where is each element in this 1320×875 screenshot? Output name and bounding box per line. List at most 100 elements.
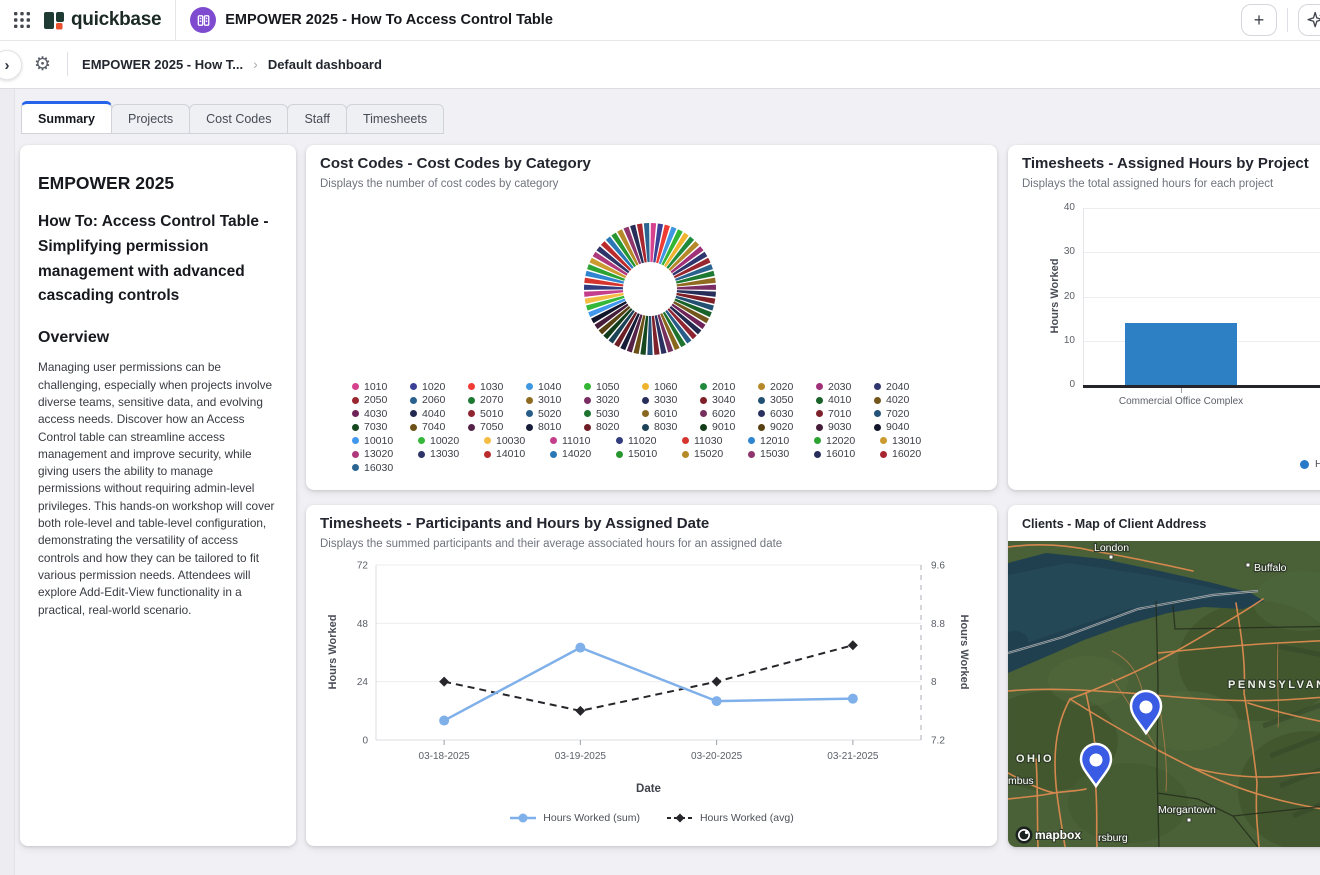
legend-item-14020[interactable]: 14020 [550,448,616,462]
legend-item-1020[interactable]: 1020 [410,380,468,394]
new-item-button[interactable]: + [1241,4,1277,36]
sidebar-collapse-button[interactable]: › [0,50,22,80]
legend-item-13030[interactable]: 13030 [418,448,484,462]
legend-item-3040[interactable]: 3040 [700,394,758,408]
legend-item-2020[interactable]: 2020 [758,380,816,394]
legend-item-11030[interactable]: 11030 [682,434,748,448]
quickbase-wordmark: quickbase [71,9,161,31]
legend-label: 7010 [828,408,851,420]
tab-timesheets[interactable]: Timesheets [346,104,444,134]
legend-item-3020[interactable]: 3020 [584,394,642,408]
avg-data-point[interactable] [848,640,858,650]
tab-staff[interactable]: Staff [287,104,346,134]
bar-commercial-office-complex[interactable] [1125,323,1237,385]
legend-item-2060[interactable]: 2060 [410,394,468,408]
legend-item-2040[interactable]: 2040 [874,380,932,394]
legend-item-12010[interactable]: 12010 [748,434,814,448]
sum-data-point[interactable] [712,696,722,706]
legend-item-7020[interactable]: 7020 [874,407,932,421]
legend-item-14010[interactable]: 14010 [484,448,550,462]
sum-data-point[interactable] [848,694,858,704]
legend-item-7050[interactable]: 7050 [468,421,526,435]
legend-swatch [526,397,533,404]
legend-item-2010[interactable]: 2010 [700,380,758,394]
legend-item-9020[interactable]: 9020 [758,421,816,435]
settings-gear-icon[interactable]: ⚙ [34,55,51,74]
legend-item-3050[interactable]: 3050 [758,394,816,408]
legend-item-8020[interactable]: 8020 [584,421,642,435]
line-legend-item-avg[interactable]: Hours Worked (avg) [666,812,794,824]
legend-item-2030[interactable]: 2030 [816,380,874,394]
legend-item-10030[interactable]: 10030 [484,434,550,448]
donut-slice-7020[interactable] [647,316,652,355]
map-city-dot [1246,563,1250,567]
legend-swatch [816,424,823,431]
app-switcher-grid-icon[interactable] [14,12,30,28]
legend-item-5010[interactable]: 5010 [468,407,526,421]
bar-chart-legend[interactable]: Hours Worked (sum) [1300,458,1320,470]
tab-summary[interactable]: Summary [21,101,112,134]
legend-item-16010[interactable]: 16010 [814,448,880,462]
legend-item-1040[interactable]: 1040 [526,380,584,394]
legend-item-12020[interactable]: 12020 [814,434,880,448]
legend-swatch [880,451,887,458]
legend-item-6010[interactable]: 6010 [642,407,700,421]
legend-item-7010[interactable]: 7010 [816,407,874,421]
client-map[interactable]: LondonBuffaloPENNSYLVANOHIOmbusMorgantow… [1008,541,1320,847]
app-chip[interactable]: EMPOWER 2025 - How To Access Control Tab… [190,7,553,33]
legend-item-4030[interactable]: 4030 [352,407,410,421]
legend-item-13020[interactable]: 13020 [352,448,418,462]
legend-item-8030[interactable]: 8030 [642,421,700,435]
avg-data-point[interactable] [575,706,585,716]
legend-item-8010[interactable]: 8010 [526,421,584,435]
rich-text-card: EMPOWER 2025 How To: Access Control Tabl… [20,145,296,846]
legend-item-11010[interactable]: 11010 [550,434,616,448]
legend-item-4040[interactable]: 4040 [410,407,468,421]
legend-item-6020[interactable]: 6020 [700,407,758,421]
legend-item-3030[interactable]: 3030 [642,394,700,408]
quickbase-logo[interactable]: quickbase [44,9,161,31]
legend-label: 9020 [770,421,793,433]
legend-item-10010[interactable]: 10010 [352,434,418,448]
legend-item-5020[interactable]: 5020 [526,407,584,421]
legend-item-4020[interactable]: 4020 [874,394,932,408]
tab-projects[interactable]: Projects [111,104,190,134]
legend-item-10020[interactable]: 10020 [418,434,484,448]
legend-item-4010[interactable]: 4010 [816,394,874,408]
breadcrumb-page[interactable]: Default dashboard [268,57,382,72]
legend-item-1010[interactable]: 1010 [352,380,410,394]
legend-item-2050[interactable]: 2050 [352,394,410,408]
legend-item-1060[interactable]: 1060 [642,380,700,394]
legend-item-9010[interactable]: 9010 [700,421,758,435]
legend-item-7040[interactable]: 7040 [410,421,468,435]
legend-item-6030[interactable]: 6030 [758,407,816,421]
legend-item-11020[interactable]: 11020 [616,434,682,448]
avg-data-point[interactable] [712,677,722,687]
donut-chart[interactable] [565,204,735,374]
line-legend-item-sum[interactable]: Hours Worked (sum) [509,812,640,824]
breadcrumb-app[interactable]: EMPOWER 2025 - How T... [82,57,243,72]
legend-item-7030[interactable]: 7030 [352,421,410,435]
ai-sparkle-button[interactable] [1298,4,1320,36]
legend-item-2070[interactable]: 2070 [468,394,526,408]
legend-item-1030[interactable]: 1030 [468,380,526,394]
legend-item-3010[interactable]: 3010 [526,394,584,408]
legend-item-15020[interactable]: 15020 [682,448,748,462]
legend-item-9040[interactable]: 9040 [874,421,932,435]
legend-item-1050[interactable]: 1050 [584,380,642,394]
line-chart[interactable]: 02448727.288.89.603-18-202503-19-202503-… [306,505,997,805]
legend-label: 16020 [892,448,921,460]
legend-item-16030[interactable]: 16030 [352,461,418,475]
legend-label: 3050 [770,394,793,406]
sum-data-point[interactable] [575,643,585,653]
legend-item-15030[interactable]: 15030 [748,448,814,462]
legend-item-9030[interactable]: 9030 [816,421,874,435]
legend-item-15010[interactable]: 15010 [616,448,682,462]
legend-item-16020[interactable]: 16020 [880,448,946,462]
legend-item-13010[interactable]: 13010 [880,434,946,448]
tab-cost-codes[interactable]: Cost Codes [189,104,288,134]
legend-item-5030[interactable]: 5030 [584,407,642,421]
mapbox-attribution[interactable]: mapbox [1016,827,1082,844]
avg-data-point[interactable] [439,677,449,687]
sum-data-point[interactable] [439,716,449,726]
